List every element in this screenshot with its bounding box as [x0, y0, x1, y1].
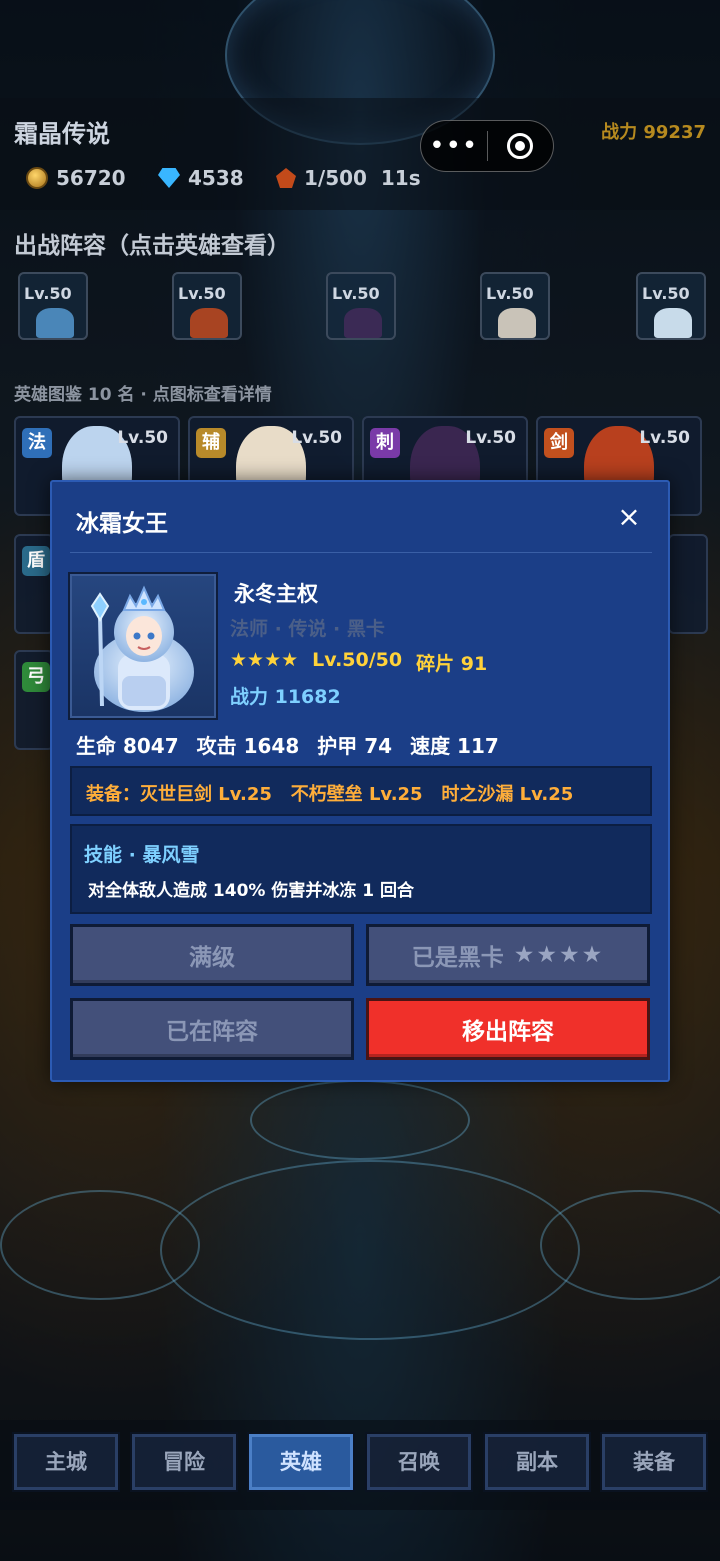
- game-title: 霜晶传说: [14, 120, 110, 148]
- lineup-slot[interactable]: Lv.50: [172, 272, 242, 340]
- bottom-nav: 主城 冒险 英雄 召唤 副本 装备: [0, 1420, 720, 1510]
- lineup-slot[interactable]: Lv.50: [480, 272, 550, 340]
- equipment-panel: 装备：灭世巨剑 Lv.25 不朽壁垒 Lv.25 时之沙漏 Lv.25: [70, 766, 652, 816]
- target-icon: [507, 133, 534, 159]
- hero-avatar: [190, 308, 228, 338]
- gem-count: 4538: [188, 166, 244, 190]
- modal-divider: [70, 552, 652, 553]
- hero-avatar: [36, 308, 74, 338]
- role-badge: 辅: [196, 428, 226, 458]
- remove-from-lineup-button[interactable]: 移出阵容: [366, 998, 650, 1060]
- stamina-resource: 1/500 11s: [276, 166, 421, 190]
- coin-count: 56720: [56, 166, 126, 190]
- hero-level: Lv.50/50: [312, 649, 403, 671]
- hero-avatar: [498, 308, 536, 338]
- black-card-button[interactable]: 已是黑卡 ★★★★: [366, 924, 650, 986]
- nav-adventure[interactable]: 冒险: [130, 1432, 238, 1492]
- codex-hint: 英雄图鉴 10 名 · 点图标查看详情: [14, 385, 272, 405]
- more-button[interactable]: •••: [421, 120, 487, 172]
- nav-main-city[interactable]: 主城: [12, 1432, 120, 1492]
- lineup-slot[interactable]: Lv.50: [326, 272, 396, 340]
- nav-equipment[interactable]: 装备: [600, 1432, 708, 1492]
- stat-attack: 攻击 1648: [196, 734, 300, 758]
- lineup-level: Lv.50: [24, 284, 72, 303]
- floor-rune-circle: [0, 1190, 200, 1300]
- role-badge: 盾: [22, 546, 50, 576]
- total-power: 战力 99237: [601, 122, 706, 143]
- coin-resource: 56720: [26, 166, 126, 190]
- gem-resource: 4538: [158, 166, 244, 190]
- floor-rune-circle: [250, 1080, 470, 1160]
- hero-stats: 生命 8047 攻击 1648 护甲 74 速度 117: [76, 730, 499, 759]
- nav-dungeon[interactable]: 副本: [483, 1432, 591, 1492]
- hero-card-partial[interactable]: 盾: [14, 534, 54, 634]
- in-lineup-button[interactable]: 已在阵容: [70, 998, 354, 1060]
- stamina-count: 1/500 11s: [304, 166, 421, 190]
- hero-rank-row: ★★★★ Lv.50/50 碎片 91: [230, 649, 487, 676]
- hero-power: 战力 11682: [230, 686, 341, 708]
- hero-avatar: [344, 308, 382, 338]
- role-badge: 剑: [544, 428, 574, 458]
- lineup-slot[interactable]: Lv.50: [636, 272, 706, 340]
- hero-avatar: [654, 308, 692, 338]
- hero-card-partial[interactable]: [668, 534, 708, 634]
- nav-heroes[interactable]: 英雄: [247, 1432, 355, 1492]
- role-badge: 法: [22, 428, 52, 458]
- role-badge: 刺: [370, 428, 400, 458]
- nav-summon[interactable]: 召唤: [365, 1432, 473, 1492]
- hero-shards: 碎片 91: [416, 653, 488, 675]
- floor-rune-circle: [160, 1160, 580, 1340]
- miniprogram-capsule: •••: [420, 120, 554, 172]
- hero-class: 法师 · 传说 · 黑卡: [230, 618, 385, 640]
- hero-detail-modal: 冰霜女王 × 永冬主权 法师 · 传说 · 黑卡 ★★★★ Lv.50/50 碎…: [50, 480, 670, 1082]
- equipment-list: 装备：灭世巨剑 Lv.25 不朽壁垒 Lv.25 时之沙漏 Lv.25: [86, 784, 574, 805]
- hero-portrait: [68, 572, 218, 720]
- skill-name: 技能 · 暴风雪: [84, 844, 200, 866]
- lineup-level: Lv.50: [332, 284, 380, 303]
- lineup-level: Lv.50: [642, 284, 690, 303]
- hero-level: Lv.50: [291, 428, 342, 448]
- role-badge: 弓: [22, 662, 50, 692]
- lineup-slot[interactable]: Lv.50: [18, 272, 88, 340]
- top-header: 霜晶传说 战力 99237 56720 4538 1/500 11s: [0, 98, 720, 210]
- max-level-button[interactable]: 满级: [70, 924, 354, 986]
- lineup-level: Lv.50: [178, 284, 226, 303]
- gem-icon: [158, 168, 180, 188]
- hero-level: Lv.50: [117, 428, 168, 448]
- skill-description: 对全体敌人造成 140% 伤害并冰冻 1 回合: [88, 881, 415, 901]
- star-rating: ★★★★: [513, 942, 605, 968]
- hero-level: Lv.50: [465, 428, 516, 448]
- stamina-icon: [276, 168, 296, 188]
- modal-title: 冰霜女王: [76, 511, 168, 537]
- black-card-label: 已是黑卡: [411, 945, 504, 971]
- hero-level: Lv.50: [639, 428, 690, 448]
- remove-label: 移出阵容: [462, 1019, 554, 1045]
- lineup-title: 出战阵容（点击英雄查看）: [14, 233, 290, 259]
- stat-armor: 护甲 74: [317, 734, 393, 758]
- max-level-label: 满级: [189, 945, 235, 971]
- star-rating: ★★★★: [230, 649, 299, 671]
- stat-speed: 速度 117: [410, 734, 499, 758]
- hero-card-partial[interactable]: 弓: [14, 650, 54, 750]
- close-miniprogram-button[interactable]: [488, 120, 554, 172]
- hero-name: 永冬主权: [234, 582, 318, 606]
- coin-icon: [26, 167, 48, 189]
- in-lineup-label: 已在阵容: [166, 1019, 258, 1045]
- close-button[interactable]: ×: [612, 500, 646, 534]
- lineup-level: Lv.50: [486, 284, 534, 303]
- skill-panel: 技能 · 暴风雪 对全体敌人造成 140% 伤害并冰冻 1 回合: [70, 824, 652, 914]
- stat-hp: 生命 8047: [76, 734, 179, 758]
- ice-queen-portrait: [90, 585, 194, 712]
